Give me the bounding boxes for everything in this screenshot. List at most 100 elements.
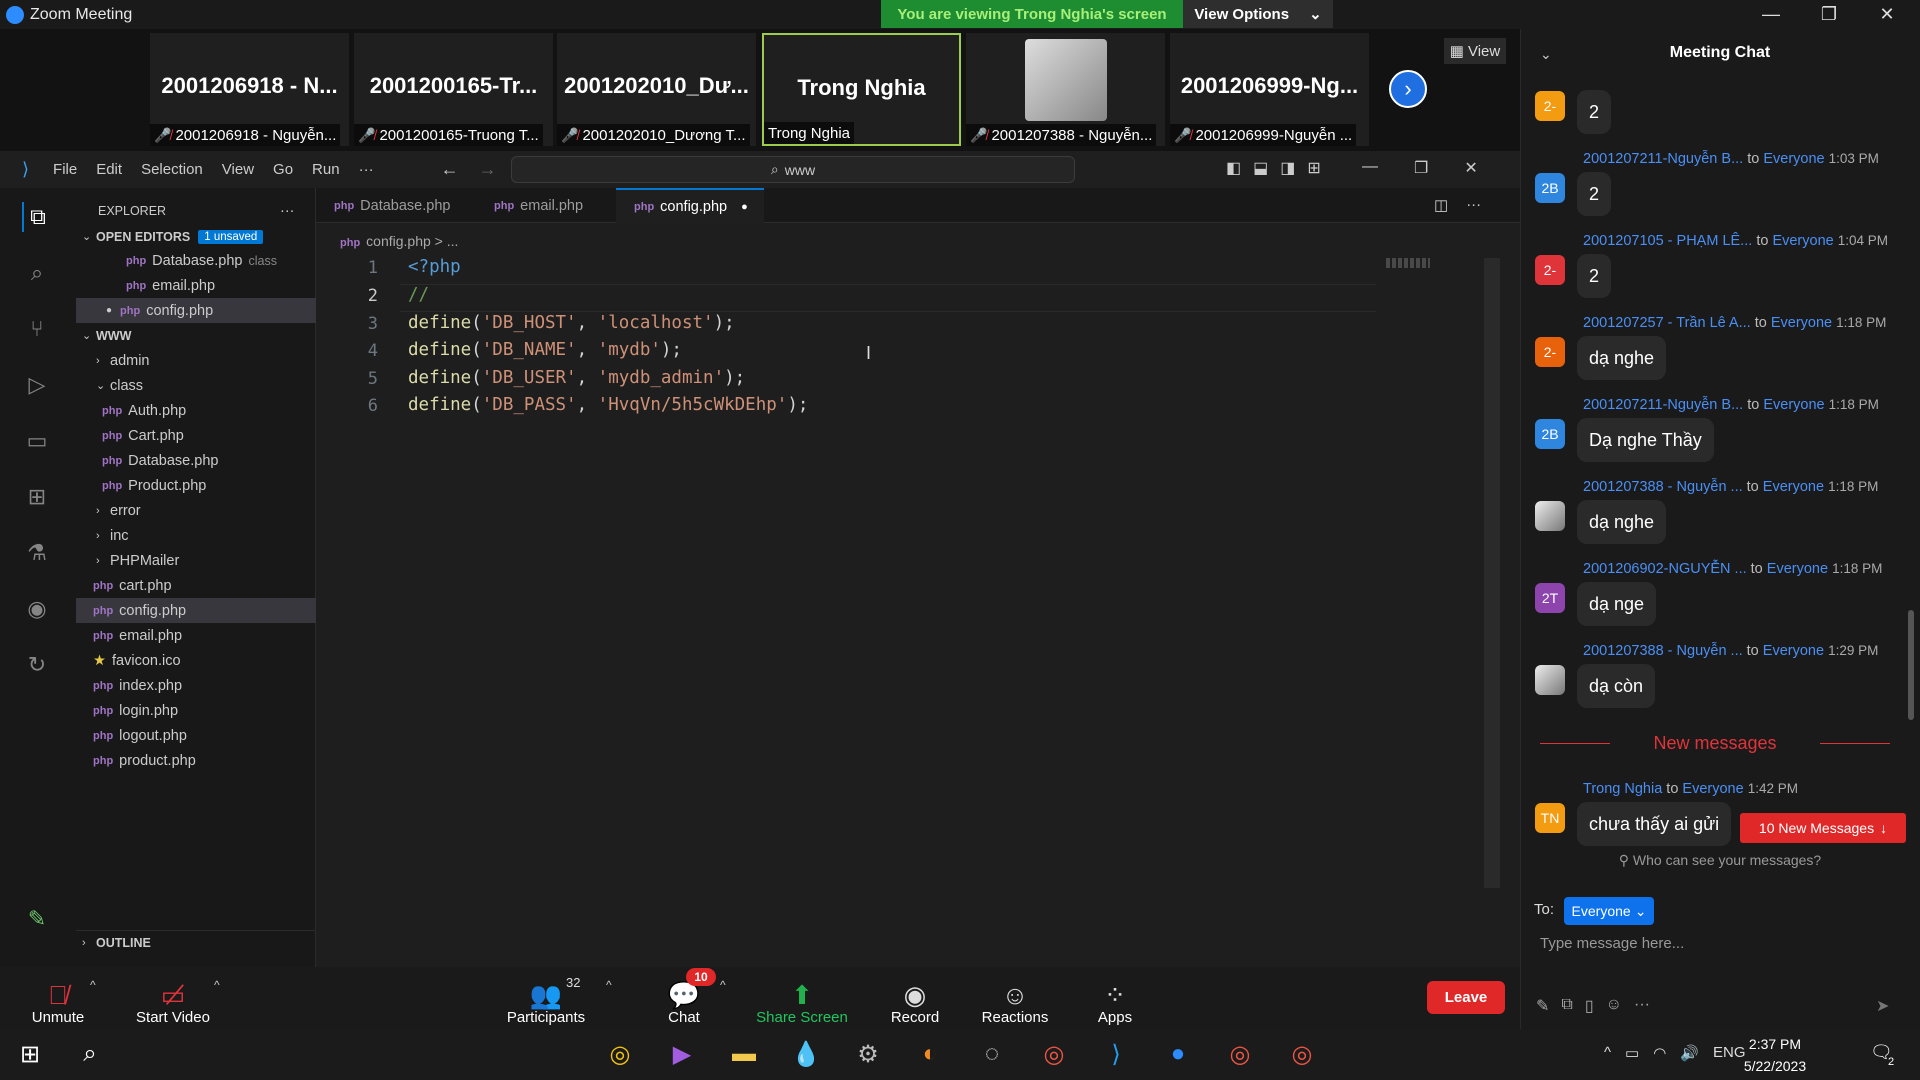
volume-icon[interactable]: 🔊: [1680, 1044, 1699, 1062]
clock[interactable]: 2:37 PM 5/22/2023: [1720, 1033, 1830, 1077]
battery-icon[interactable]: ▭: [1625, 1044, 1639, 1062]
view-button[interactable]: ▦ View: [1444, 38, 1506, 64]
recipient-dropdown[interactable]: Everyone ⌄: [1564, 897, 1654, 925]
annotate-pen-icon[interactable]: ✎: [22, 904, 52, 934]
tab-database[interactable]: php Database.php: [316, 188, 476, 223]
wifi-icon[interactable]: ◠: [1653, 1044, 1666, 1062]
live-share-icon[interactable]: ↻: [22, 650, 52, 680]
file-icon[interactable]: ▯: [1585, 996, 1594, 1016]
tree-file[interactable]: php email.php: [76, 623, 316, 648]
app-drop-icon[interactable]: 💧: [788, 1036, 824, 1072]
split-editor-icon[interactable]: ◫: [1434, 196, 1448, 214]
sender-name[interactable]: 2001207257 - Trần Lê A...: [1583, 315, 1751, 331]
tree-file[interactable]: php index.php: [76, 673, 316, 698]
apps-button[interactable]: ⁘ Apps: [1090, 972, 1140, 1026]
participant-tile[interactable]: 2001202010_Dư... 🎤̸ 2001202010_Dương T...: [557, 33, 756, 146]
menu-edit[interactable]: Edit: [96, 161, 122, 178]
windows-start-icon[interactable]: ⊞: [12, 1036, 48, 1072]
format-icon[interactable]: ✎: [1536, 996, 1549, 1016]
reactions-button[interactable]: ☺ Reactions: [976, 972, 1054, 1026]
open-editor-item[interactable]: ● php config.php: [76, 298, 316, 323]
remote-explorer-icon[interactable]: ▭: [22, 426, 52, 456]
code-line[interactable]: define('DB_NAME', 'mydb');: [408, 340, 682, 360]
tree-file[interactable]: ★ favicon.ico: [76, 648, 316, 673]
tree-file[interactable]: php logout.php: [76, 723, 316, 748]
tab-config[interactable]: php config.php ●: [616, 188, 764, 223]
open-editor-item[interactable]: php Database.php class: [76, 248, 316, 273]
chat-scrollbar[interactable]: [1908, 610, 1914, 720]
tree-file[interactable]: php Auth.php: [76, 398, 316, 423]
close-icon[interactable]: ✕: [1858, 0, 1916, 28]
start-video-button[interactable]: ▭̸ Start Video: [130, 972, 216, 1026]
sender-name[interactable]: 2001207211-Nguyễn B...: [1583, 397, 1743, 413]
more-actions-icon[interactable]: ···: [1466, 196, 1481, 214]
chrome-profile-icon[interactable]: ◎: [1036, 1036, 1072, 1072]
command-center-search[interactable]: ⌕ www: [511, 156, 1075, 183]
show-hidden-icons-icon[interactable]: ^: [1604, 1044, 1611, 1062]
outline-section[interactable]: › OUTLINE: [76, 930, 316, 955]
forward-arrow-icon[interactable]: →: [479, 159, 497, 180]
tree-file[interactable]: php login.php: [76, 698, 316, 723]
toggle-secondary-sidebar-icon[interactable]: ◨: [1280, 158, 1295, 178]
file-explorer-icon[interactable]: ▬: [726, 1036, 762, 1072]
open-editors-section[interactable]: ⌄ OPEN EDITORS 1 unsaved: [76, 224, 316, 249]
chrome-profile-icon[interactable]: ◎: [1222, 1036, 1258, 1072]
sender-name[interactable]: 2001206902-NGUYỄN ...: [1583, 561, 1747, 577]
code-line[interactable]: define('DB_PASS', 'HvqVn/5h5cWkDEhp');: [408, 395, 808, 415]
chrome-profile-icon[interactable]: ◎: [1284, 1036, 1320, 1072]
vscode-close-icon[interactable]: ✕: [1464, 158, 1477, 178]
participant-tile-active-speaker[interactable]: Trong Nghia Trong Nghia: [762, 33, 961, 146]
restore-icon[interactable]: ❐: [1800, 0, 1858, 28]
record-button[interactable]: ◉ Record: [880, 972, 950, 1026]
search-icon[interactable]: ⌕: [72, 1036, 108, 1072]
github-icon[interactable]: ◉: [22, 594, 52, 624]
who-can-see-link[interactable]: ⚲ Who can see your messages?: [1520, 852, 1920, 876]
vscode-minimize-icon[interactable]: —: [1362, 158, 1378, 178]
visual-studio-icon[interactable]: ▶: [664, 1036, 700, 1072]
sender-name[interactable]: 2001207211-Nguyễn B...: [1583, 151, 1743, 167]
explorer-icon[interactable]: ⧉: [22, 202, 52, 232]
screenshot-icon[interactable]: ⧉: [1561, 996, 1572, 1016]
menu-view[interactable]: View: [222, 161, 254, 178]
share-screen-button[interactable]: ⬆ Share Screen: [752, 972, 852, 1026]
menu-run[interactable]: Run: [312, 161, 340, 178]
toggle-sidebar-icon[interactable]: ◧: [1226, 158, 1241, 178]
chrome-icon[interactable]: ◎: [602, 1036, 638, 1072]
tree-file-selected[interactable]: php config.php: [76, 598, 316, 623]
code-line[interactable]: <?php: [408, 257, 461, 277]
vscode-restore-icon[interactable]: ❐: [1414, 158, 1428, 178]
sender-name[interactable]: Trong Nghia: [1583, 781, 1662, 797]
emoji-icon[interactable]: ☺: [1606, 996, 1622, 1016]
new-messages-button[interactable]: 10 New Messages ↓: [1740, 813, 1906, 843]
audio-options-chevron-icon[interactable]: ^: [90, 978, 96, 992]
unmute-button[interactable]: 🎙̸ Unmute: [22, 972, 94, 1026]
chat-message-input[interactable]: Type message here...: [1540, 935, 1684, 952]
send-icon[interactable]: ➤: [1876, 996, 1889, 1016]
chat-chevron-icon[interactable]: ^: [720, 978, 726, 992]
sender-name[interactable]: 2001207105 - PHẠM LÊ...: [1583, 233, 1752, 249]
tree-folder[interactable]: › PHPMailer: [76, 548, 316, 573]
back-arrow-icon[interactable]: ←: [441, 159, 459, 180]
tree-file[interactable]: php Cart.php: [76, 423, 316, 448]
breadcrumb[interactable]: php config.php > ...: [340, 233, 458, 249]
more-actions-icon[interactable]: ···: [280, 198, 310, 223]
leave-button[interactable]: Leave: [1427, 981, 1505, 1014]
customize-layout-icon[interactable]: ⊞: [1307, 158, 1320, 178]
participant-tile[interactable]: 2001206918 - N... 🎤̸ 2001206918 - Nguyễn.…: [150, 33, 349, 146]
tree-folder[interactable]: › admin: [76, 348, 316, 373]
tree-file[interactable]: php Database.php: [76, 448, 316, 473]
tree-file[interactable]: php product.php: [76, 748, 316, 773]
participant-tile[interactable]: 🎤̸ 2001207388 - Nguyễn...: [966, 33, 1165, 146]
obs-icon[interactable]: ◌: [974, 1036, 1010, 1072]
menu-file[interactable]: File: [53, 161, 77, 178]
participants-chevron-icon[interactable]: ^: [606, 978, 612, 992]
extensions-icon[interactable]: ⊞: [22, 482, 52, 512]
search-icon[interactable]: ⌕: [22, 258, 52, 288]
participant-tile[interactable]: 2001200165-Tr... 🎤̸ 2001200165-Truong T..…: [354, 33, 553, 146]
source-control-icon[interactable]: ⑂: [22, 314, 52, 344]
tree-folder[interactable]: › error: [76, 498, 316, 523]
workspace-folder[interactable]: ⌄ WWW: [76, 323, 316, 348]
tree-file[interactable]: php Product.php: [76, 473, 316, 498]
sender-name[interactable]: 2001207388 - Nguyễn ...: [1583, 643, 1743, 659]
more-icon[interactable]: ···: [1634, 996, 1650, 1016]
